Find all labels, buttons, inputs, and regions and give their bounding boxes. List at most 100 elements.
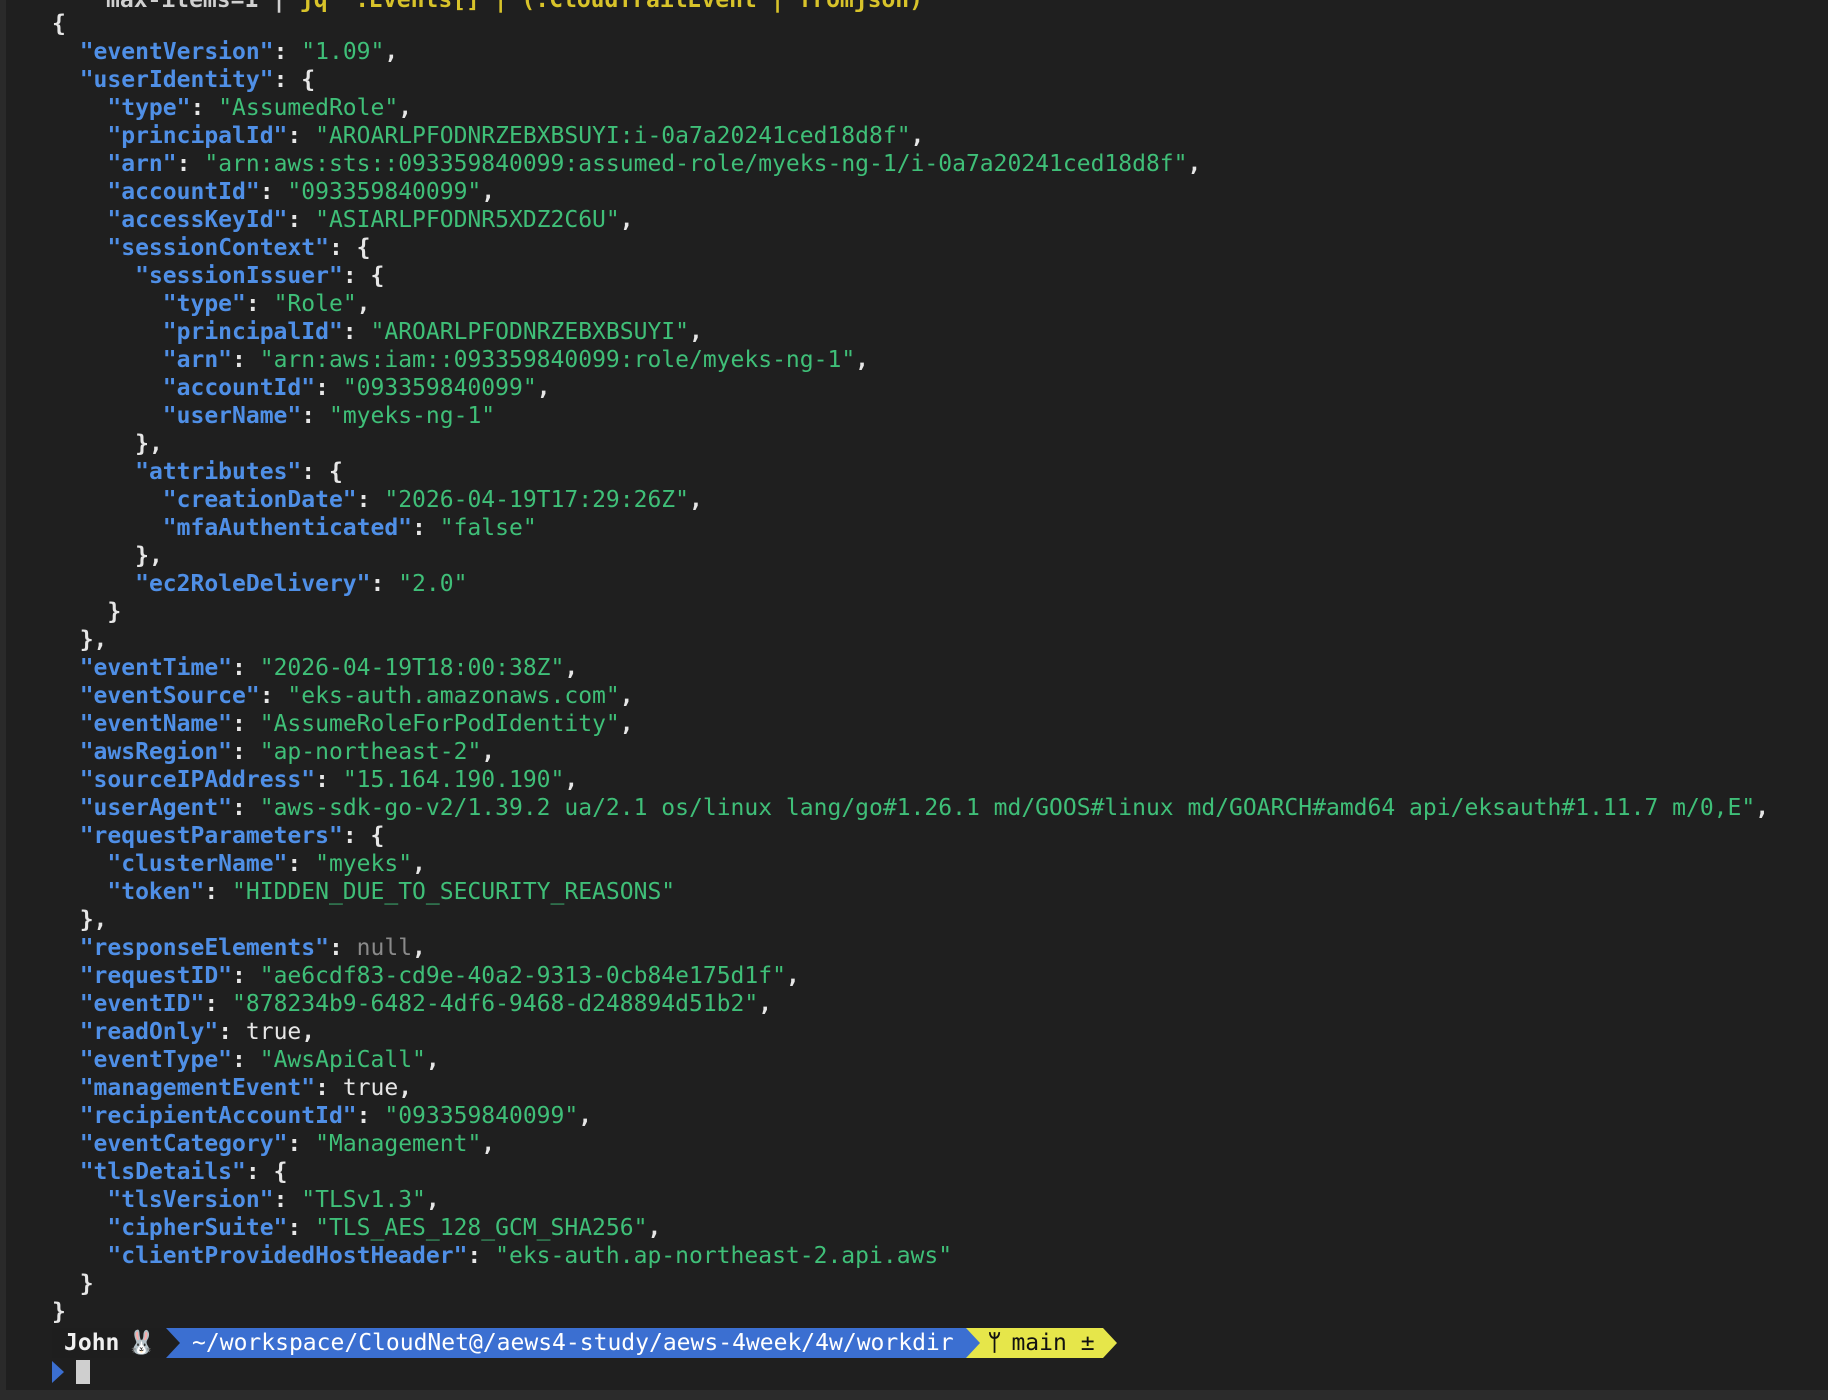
json-punctuation: ,	[412, 851, 426, 877]
json-line: "accountId": "093359840099",	[52, 374, 1769, 402]
json-line: "responseElements": null,	[52, 934, 1769, 962]
json-punctuation: :	[232, 795, 260, 821]
json-line: "arn": "arn:aws:sts::093359840099:assume…	[52, 150, 1769, 178]
json-punctuation: ,	[425, 1047, 440, 1073]
json-punctuation: ,	[1187, 151, 1202, 177]
json-string-value: "TLS_AES_128_GCM_SHA256"	[315, 1215, 648, 1241]
json-line: "requestParameters": {	[52, 822, 1769, 850]
json-line: "principalId": "AROARLPFODNRZEBXBSUYI:i-…	[52, 122, 1769, 150]
json-punctuation: :	[232, 963, 260, 989]
json-line: "eventTime": "2026-04-19T18:00:38Z",	[52, 654, 1769, 682]
json-punctuation: :	[315, 1075, 343, 1101]
json-string-value: "2026-04-19T17:29:26Z"	[384, 487, 689, 513]
json-punctuation: :	[232, 1047, 260, 1073]
json-boolean-value: true	[342, 1075, 399, 1101]
json-string-value: "ASIARLPFODNR5XDZ2C6U"	[315, 207, 620, 233]
segment-separator-icon	[965, 1328, 980, 1358]
json-line: "userName": "myeks-ng-1"	[52, 402, 1769, 430]
json-key: "sessionContext"	[107, 235, 329, 261]
json-line: "type": "Role",	[52, 290, 1769, 318]
json-punctuation: :	[245, 291, 274, 317]
git-branch-icon: ᛘ	[987, 1330, 1002, 1356]
status-bar	[0, 1390, 1828, 1400]
json-line: "accessKeyId": "ASIARLPFODNR5XDZ2C6U",	[52, 206, 1769, 234]
json-string-value: "2026-04-19T18:00:38Z"	[259, 655, 565, 681]
json-key: "accountId"	[162, 375, 316, 401]
json-string-value: "AssumedRole"	[218, 95, 399, 121]
json-punctuation: ,	[481, 739, 496, 765]
segment-separator-icon	[1102, 1328, 1117, 1358]
json-boolean-value: true	[245, 1019, 302, 1045]
command-input[interactable]	[52, 1358, 90, 1386]
json-line: "managementEvent": true,	[52, 1074, 1769, 1102]
json-punctuation: ,	[564, 655, 579, 681]
json-key: "eventSource"	[79, 683, 260, 709]
json-key: "principalId"	[162, 319, 343, 345]
json-punctuation: :	[190, 95, 219, 121]
json-key: "clusterName"	[107, 851, 288, 877]
json-line: "arn": "arn:aws:iam::093359840099:role/m…	[52, 346, 1769, 374]
text-cursor	[76, 1360, 90, 1384]
json-line: "type": "AssumedRole",	[52, 94, 1769, 122]
json-line: }	[52, 1270, 1769, 1298]
json-line: "sourceIPAddress": "15.164.190.190",	[52, 766, 1769, 794]
json-punctuation: :	[287, 207, 316, 233]
terminal-window[interactable]: max-items=1 | jq '.Events[] | (.CloudTra…	[0, 0, 1828, 1390]
json-punctuation: ,	[425, 1187, 440, 1213]
json-punctuation: :	[204, 879, 233, 905]
json-line: "recipientAccountId": "093359840099",	[52, 1102, 1769, 1130]
json-punctuation: ,	[689, 319, 703, 345]
json-punctuation: },	[79, 907, 108, 933]
json-punctuation: }	[107, 599, 122, 625]
json-line: "eventID": "878234b9-6482-4df6-9468-d248…	[52, 990, 1769, 1018]
json-punctuation: :	[287, 851, 316, 877]
json-punctuation: :	[232, 739, 260, 765]
json-key: "ec2RoleDelivery"	[135, 571, 371, 597]
json-punctuation: ,	[855, 347, 870, 373]
json-punctuation: ,	[619, 711, 634, 737]
json-string-value: "AssumeRoleForPodIdentity"	[259, 711, 620, 737]
json-punctuation: ,	[564, 767, 579, 793]
json-key: "mfaAuthenticated"	[162, 515, 413, 541]
json-string-value: "myeks-ng-1"	[328, 403, 496, 429]
json-punctuation: ,	[398, 1075, 413, 1101]
json-line: "readOnly": true,	[52, 1018, 1769, 1046]
json-line: },	[52, 542, 1769, 570]
json-key: "managementEvent"	[79, 1075, 316, 1101]
json-line: },	[52, 626, 1769, 654]
json-key: "eventCategory"	[79, 1131, 288, 1157]
json-string-value: "1.09"	[301, 39, 385, 65]
json-string-value: "093359840099"	[384, 1103, 579, 1129]
json-key: "userName"	[162, 403, 302, 429]
json-punctuation: ,	[619, 683, 634, 709]
json-punctuation: {	[52, 11, 66, 37]
json-line: }	[52, 598, 1769, 626]
rabbit-icon: 🐰	[127, 1330, 157, 1356]
json-string-value: "2.0"	[398, 571, 468, 597]
json-punctuation: :	[259, 683, 288, 709]
json-key: "clientProvidedHostHeader"	[107, 1243, 468, 1269]
json-line: "tlsVersion": "TLSv1.3",	[52, 1186, 1769, 1214]
json-punctuation: },	[79, 627, 108, 653]
json-punctuation: :	[232, 711, 260, 737]
json-punctuation: ,	[384, 39, 399, 65]
